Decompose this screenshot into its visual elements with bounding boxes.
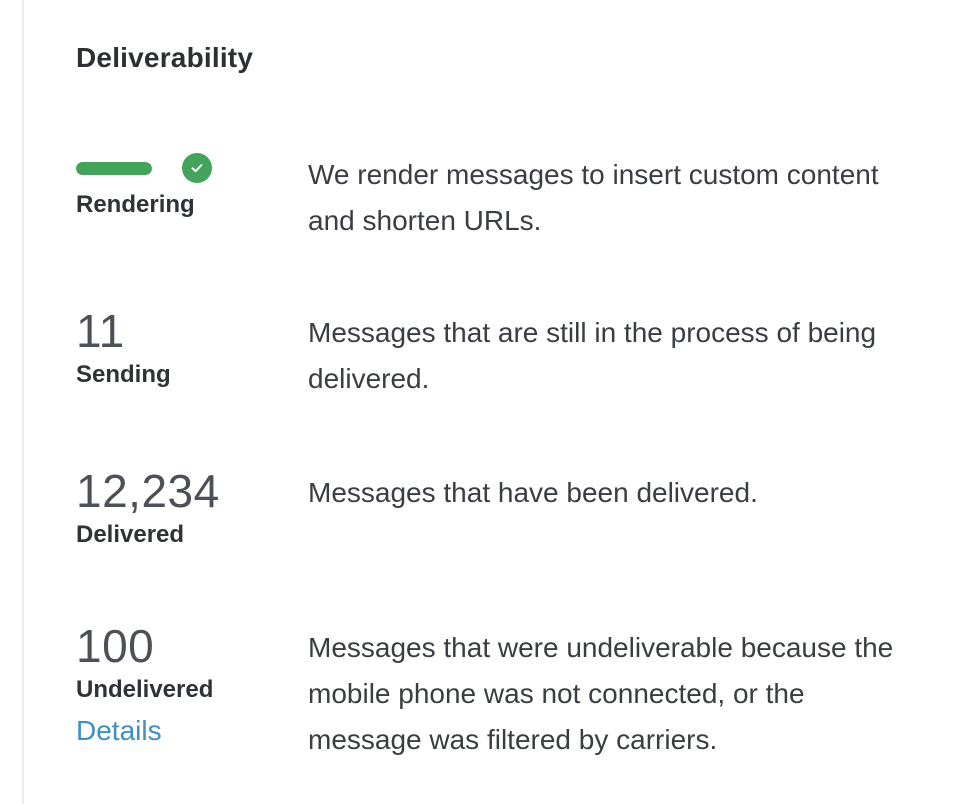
- sending-count: 11: [76, 305, 125, 357]
- sending-label: Sending: [76, 361, 171, 388]
- undelivered-label: Undelivered: [76, 676, 214, 703]
- delivered-count: 12,234: [76, 465, 220, 517]
- delivered-metric: 12,234 Delivered: [76, 466, 296, 550]
- undelivered-description: Messages that were undeliverable because…: [308, 632, 894, 755]
- check-circle-icon: [182, 153, 212, 183]
- rendering-description: We render messages to insert custom cont…: [308, 159, 879, 236]
- rendering-label: Rendering: [76, 191, 195, 218]
- section-title: Deliverability: [76, 42, 254, 73]
- rendering-progress-bar: [76, 162, 152, 175]
- rendering-progress-fill: [76, 162, 152, 175]
- rendering-metric: Rendering: [76, 152, 296, 220]
- undelivered-count: 100: [76, 620, 155, 672]
- rendering-progress: [76, 152, 296, 183]
- delivered-label: Delivered: [76, 521, 185, 548]
- deliverability-panel: Deliverability Rendering We render messa…: [22, 0, 956, 804]
- delivered-description: Messages that have been delivered.: [308, 477, 758, 508]
- sending-description: Messages that are still in the process o…: [308, 317, 877, 394]
- sending-metric: 11 Sending: [76, 306, 296, 390]
- details-link[interactable]: Details: [76, 713, 162, 749]
- undelivered-metric: 100 Undelivered Details: [76, 621, 296, 749]
